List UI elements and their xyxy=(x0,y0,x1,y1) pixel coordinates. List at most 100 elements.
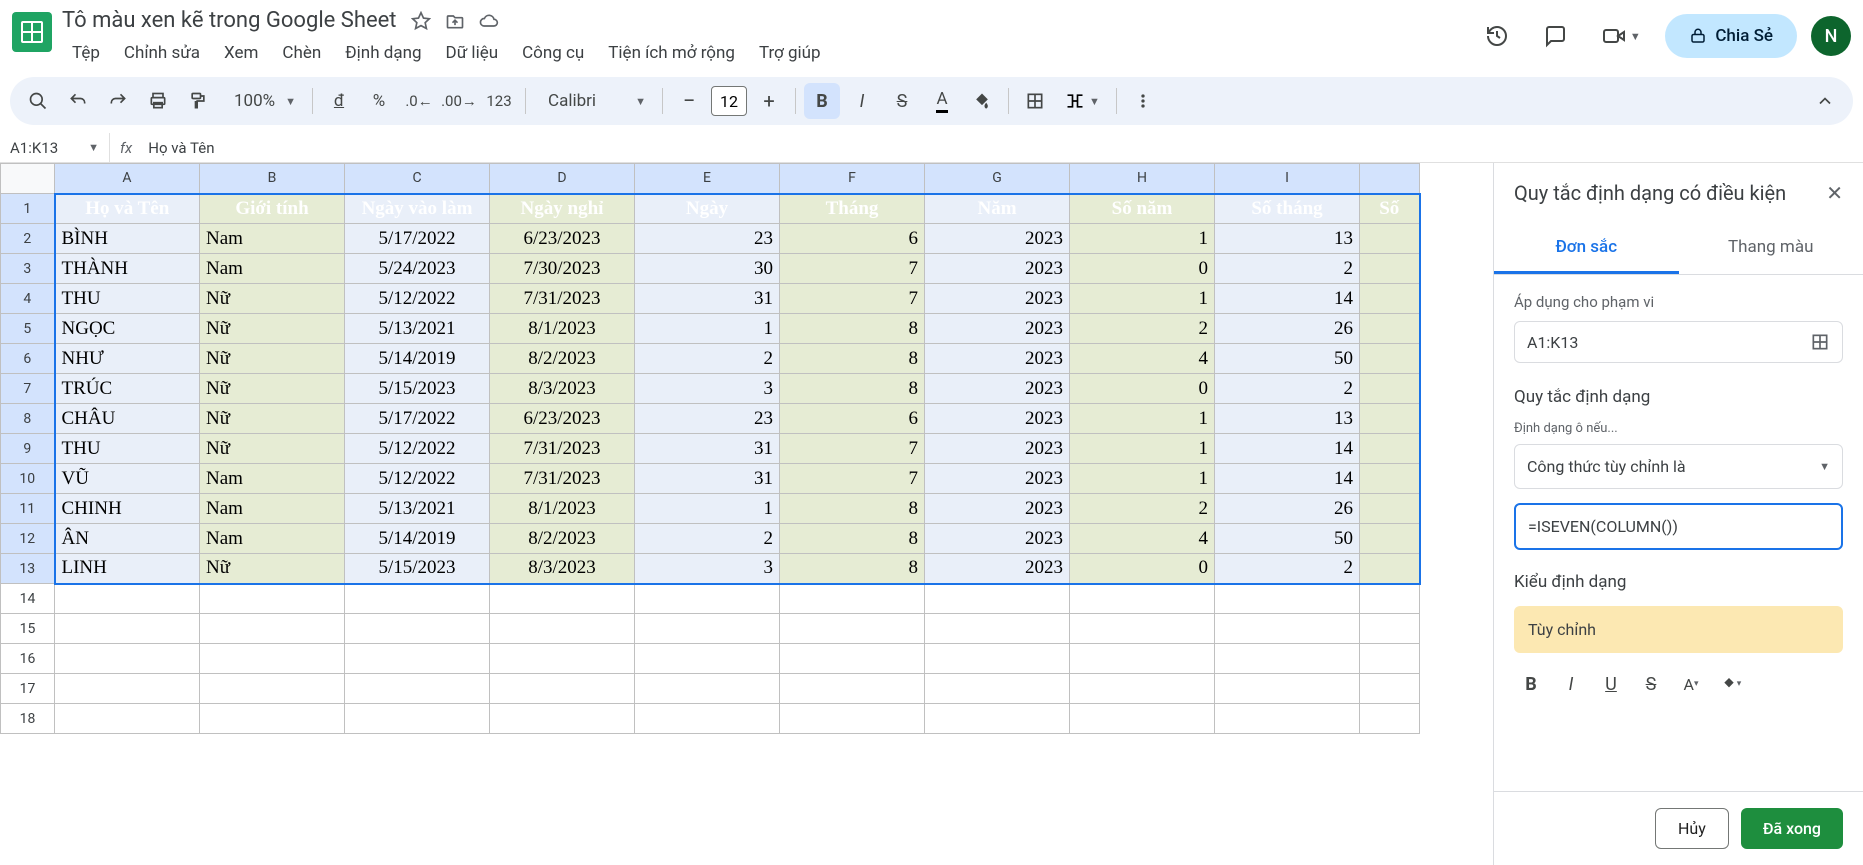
data-cell[interactable]: 2023 xyxy=(925,374,1070,404)
data-cell[interactable]: 50 xyxy=(1215,524,1360,554)
tab-color-scale[interactable]: Thang màu xyxy=(1679,223,1863,274)
share-button[interactable]: Chia Sẻ xyxy=(1665,14,1797,58)
empty-cell[interactable] xyxy=(925,614,1070,644)
data-cell[interactable] xyxy=(1360,344,1420,374)
data-cell[interactable]: Nữ xyxy=(200,314,345,344)
data-cell[interactable]: 1 xyxy=(1070,464,1215,494)
empty-cell[interactable] xyxy=(925,584,1070,614)
data-cell[interactable]: 5/13/2021 xyxy=(345,314,490,344)
row-header[interactable]: 4 xyxy=(1,284,55,314)
menu-dữ liệu[interactable]: Dữ liệu xyxy=(436,37,509,69)
menu-chèn[interactable]: Chèn xyxy=(272,37,331,69)
empty-cell[interactable] xyxy=(200,644,345,674)
col-header[interactable]: B xyxy=(200,164,345,194)
empty-cell[interactable] xyxy=(490,704,635,734)
empty-cell[interactable] xyxy=(1360,704,1420,734)
header-cell[interactable]: Ngày xyxy=(635,194,780,224)
empty-cell[interactable] xyxy=(1215,584,1360,614)
empty-cell[interactable] xyxy=(925,644,1070,674)
empty-cell[interactable] xyxy=(1070,674,1215,704)
font-dropdown[interactable]: Calibri▼ xyxy=(534,91,654,111)
data-cell[interactable]: 2023 xyxy=(925,314,1070,344)
empty-cell[interactable] xyxy=(1360,584,1420,614)
empty-cell[interactable] xyxy=(1215,704,1360,734)
empty-cell[interactable] xyxy=(345,614,490,644)
data-cell[interactable]: 8/2/2023 xyxy=(490,524,635,554)
data-cell[interactable]: THU xyxy=(55,434,200,464)
empty-cell[interactable] xyxy=(490,644,635,674)
data-cell[interactable]: 0 xyxy=(1070,374,1215,404)
select-all-cell[interactable] xyxy=(1,164,55,194)
data-cell[interactable]: 26 xyxy=(1215,314,1360,344)
data-cell[interactable]: 7/31/2023 xyxy=(490,284,635,314)
empty-cell[interactable] xyxy=(1070,584,1215,614)
data-cell[interactable]: 8/2/2023 xyxy=(490,344,635,374)
empty-cell[interactable] xyxy=(345,674,490,704)
data-cell[interactable] xyxy=(1360,314,1420,344)
fill-color-icon[interactable] xyxy=(964,83,1000,119)
data-cell[interactable]: CHINH xyxy=(55,494,200,524)
data-cell[interactable] xyxy=(1360,284,1420,314)
data-cell[interactable]: 6/23/2023 xyxy=(490,404,635,434)
more-icon[interactable] xyxy=(1125,83,1161,119)
data-cell[interactable]: 4 xyxy=(1070,524,1215,554)
row-header[interactable]: 9 xyxy=(1,434,55,464)
menu-tệp[interactable]: Tệp xyxy=(62,37,110,69)
data-cell[interactable]: 1 xyxy=(635,314,780,344)
empty-cell[interactable] xyxy=(55,704,200,734)
data-cell[interactable]: 1 xyxy=(1070,434,1215,464)
data-cell[interactable]: 7 xyxy=(780,284,925,314)
empty-cell[interactable] xyxy=(345,584,490,614)
row-header[interactable]: 5 xyxy=(1,314,55,344)
header-cell[interactable]: Ngày vào làm xyxy=(345,194,490,224)
empty-cell[interactable] xyxy=(55,644,200,674)
data-cell[interactable]: TRÚC xyxy=(55,374,200,404)
row-header[interactable]: 2 xyxy=(1,224,55,254)
cancel-button[interactable]: Hủy xyxy=(1655,808,1729,849)
row-header[interactable]: 16 xyxy=(1,644,55,674)
data-cell[interactable]: 5/12/2022 xyxy=(345,284,490,314)
data-cell[interactable]: Nữ xyxy=(200,344,345,374)
data-cell[interactable]: 8/1/2023 xyxy=(490,494,635,524)
increase-font-icon[interactable]: + xyxy=(751,83,787,119)
data-cell[interactable]: 2 xyxy=(635,344,780,374)
menu-trợ giúp[interactable]: Trợ giúp xyxy=(749,37,831,69)
empty-cell[interactable] xyxy=(200,584,345,614)
name-box[interactable]: A1:K13▼ xyxy=(0,133,110,162)
empty-cell[interactable] xyxy=(55,614,200,644)
style-fill-color-icon[interactable]: ▾ xyxy=(1718,671,1744,697)
data-cell[interactable]: 2 xyxy=(1215,554,1360,584)
empty-cell[interactable] xyxy=(780,584,925,614)
data-cell[interactable]: Nam xyxy=(200,464,345,494)
menu-xem[interactable]: Xem xyxy=(214,37,268,69)
empty-cell[interactable] xyxy=(635,644,780,674)
data-cell[interactable] xyxy=(1360,524,1420,554)
empty-cell[interactable] xyxy=(780,644,925,674)
data-cell[interactable] xyxy=(1360,494,1420,524)
col-header[interactable]: F xyxy=(780,164,925,194)
empty-cell[interactable] xyxy=(345,644,490,674)
col-header[interactable]: H xyxy=(1070,164,1215,194)
comment-icon[interactable] xyxy=(1533,14,1577,58)
empty-cell[interactable] xyxy=(1070,614,1215,644)
data-cell[interactable]: 7/31/2023 xyxy=(490,464,635,494)
style-strike-icon[interactable]: S xyxy=(1638,671,1664,697)
data-cell[interactable]: 2023 xyxy=(925,404,1070,434)
row-header[interactable]: 8 xyxy=(1,404,55,434)
row-header[interactable]: 3 xyxy=(1,254,55,284)
cloud-icon[interactable] xyxy=(479,11,499,31)
data-cell[interactable]: CHÂU xyxy=(55,404,200,434)
data-cell[interactable]: 2023 xyxy=(925,434,1070,464)
data-cell[interactable]: 2 xyxy=(1070,494,1215,524)
data-cell[interactable]: 1 xyxy=(1070,284,1215,314)
col-header[interactable]: C xyxy=(345,164,490,194)
menu-định dạng[interactable]: Định dạng xyxy=(335,37,431,69)
empty-cell[interactable] xyxy=(635,584,780,614)
data-cell[interactable]: 2023 xyxy=(925,224,1070,254)
data-cell[interactable]: Nam xyxy=(200,224,345,254)
data-cell[interactable] xyxy=(1360,224,1420,254)
menu-công cụ[interactable]: Công cụ xyxy=(512,37,594,69)
data-cell[interactable] xyxy=(1360,434,1420,464)
data-cell[interactable]: 5/12/2022 xyxy=(345,434,490,464)
italic-icon[interactable]: I xyxy=(844,83,880,119)
